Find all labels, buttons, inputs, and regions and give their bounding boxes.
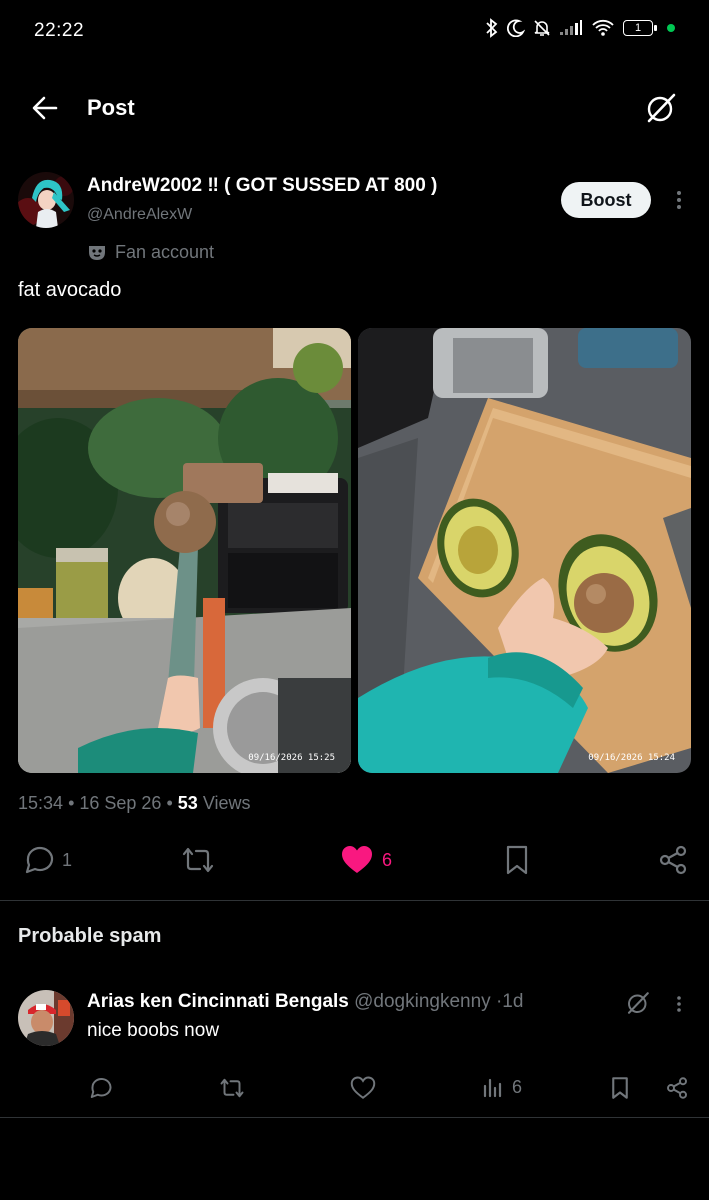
divider [0, 900, 709, 901]
battery-indicator: 1 [623, 20, 657, 36]
photo-2-timestamp: 09/16/2026 15:24 [588, 753, 675, 763]
bookmark-icon [612, 1077, 628, 1099]
like-button[interactable]: 6 [340, 844, 392, 876]
more-options-button[interactable] [672, 188, 686, 212]
author-handle[interactable]: @AndreAlexW [87, 206, 192, 224]
retweet-icon [182, 847, 214, 873]
fan-account-label: Fan account [115, 242, 215, 262]
post-action-bar: 1 6 [0, 838, 709, 882]
analytics-icon [483, 1078, 502, 1098]
more-vertical-icon [677, 996, 681, 1012]
post-date: 16 Sep 26 [79, 793, 162, 813]
green-dot-indicator [667, 24, 675, 32]
meta-separator: • [68, 793, 80, 813]
post-text: fat avocado [18, 279, 122, 301]
battery-level: 1 [634, 22, 642, 34]
reply-share-button[interactable] [665, 1076, 689, 1100]
reply-avatar-image [18, 990, 74, 1046]
mask-icon [89, 245, 105, 260]
reply-bookmark-button[interactable] [609, 1076, 631, 1100]
views-count: 53 [177, 793, 198, 813]
post-photo-2[interactable]: 09/16/2026 15:24 [358, 328, 691, 773]
views-label: Views [202, 793, 251, 813]
status-bar: 22:22 1 [0, 0, 709, 62]
reply-text: nice boobs now [87, 1020, 220, 1041]
grok-icon [647, 93, 676, 123]
reply-author-name[interactable]: Arias ken Cincinnati Bengals [87, 991, 349, 1012]
bluetooth-icon [486, 18, 498, 38]
heart-icon [342, 846, 372, 873]
reply-more-options-button[interactable] [673, 994, 685, 1014]
heart-icon [350, 1076, 376, 1099]
divider [0, 1117, 709, 1118]
back-button[interactable] [30, 93, 60, 123]
wifi-icon [592, 19, 614, 36]
fan-account-badge: Fan account [87, 242, 214, 263]
post-meta: 15:34 • 16 Sep 26 • 53 Views [18, 793, 251, 814]
grok-icon [627, 992, 649, 1014]
bookmark-icon [506, 845, 528, 875]
spam-section-title: Probable spam [18, 925, 162, 947]
more-vertical-icon [677, 191, 681, 209]
photo-knife-avocado [18, 328, 351, 773]
retweet-icon [220, 1078, 244, 1098]
share-button[interactable] [657, 844, 689, 876]
reply-handle[interactable]: @dogkingkenny [354, 991, 491, 1012]
reply-reply-button[interactable] [88, 1076, 112, 1100]
post-photo-1[interactable]: 09/16/2026 15:25 [18, 328, 351, 773]
bell-off-icon [534, 20, 550, 36]
heart-shape [342, 846, 372, 873]
moon-icon [507, 19, 525, 37]
boost-button[interactable]: Boost [561, 182, 651, 218]
comment-icon [25, 846, 54, 874]
avatar-image [18, 172, 74, 228]
comment-icon [90, 1078, 112, 1098]
share-icon [659, 845, 687, 875]
page-title: Post [87, 95, 135, 120]
post-time: 15:34 [18, 793, 64, 813]
signal-icon [560, 20, 582, 35]
reply-header: Arias ken Cincinnati Bengals @dogkingken… [87, 991, 523, 1013]
reply-views-count: 6 [512, 1076, 523, 1097]
reply-count: 1 [62, 849, 73, 870]
share-icon [667, 1077, 687, 1099]
reply-grok-button[interactable] [626, 991, 650, 1015]
status-time: 22:22 [34, 20, 85, 41]
reply-views-button[interactable]: 6 [482, 1076, 522, 1098]
status-icons: 1 [485, 18, 675, 38]
like-count: 6 [382, 849, 393, 870]
meta-separator: • [166, 793, 178, 813]
reply-like-button[interactable] [350, 1076, 376, 1100]
photo-1-timestamp: 09/16/2026 15:25 [248, 753, 335, 763]
author-avatar[interactable] [18, 172, 74, 228]
author-name[interactable]: AndreW2002 ‼ ( GOT SUSSED AT 800 ) [87, 175, 437, 197]
reply-avatar[interactable] [18, 990, 74, 1046]
reply-age: 1d [502, 991, 524, 1012]
arrow-left-icon [32, 96, 58, 120]
bookmark-button[interactable] [503, 844, 531, 876]
repost-button[interactable] [180, 844, 216, 876]
grok-button[interactable] [645, 92, 677, 124]
photo-cut-avocado [358, 328, 691, 773]
reply-repost-button[interactable] [218, 1076, 246, 1100]
reply-button[interactable]: 1 [22, 844, 72, 876]
